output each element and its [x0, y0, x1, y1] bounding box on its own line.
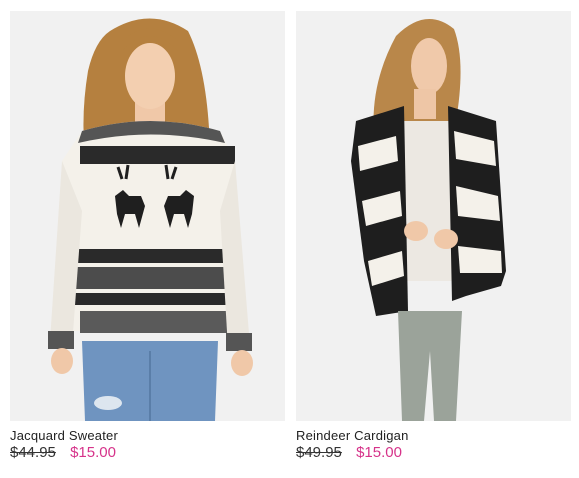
product-name[interactable]: Reindeer Cardigan: [296, 428, 571, 443]
cardigan-photo-icon: [296, 11, 571, 421]
price-row: $44.95 $15.00: [10, 444, 285, 461]
sweater-photo-icon: [10, 11, 285, 421]
product-image-jacquard-sweater[interactable]: [10, 11, 285, 421]
product-name[interactable]: Jacquard Sweater: [10, 428, 285, 443]
original-price: $49.95: [296, 444, 342, 461]
product-card: Reindeer Cardigan $49.95 $15.00: [296, 11, 571, 461]
product-card: Jacquard Sweater $44.95 $15.00: [10, 11, 285, 461]
original-price: $44.95: [10, 444, 56, 461]
sale-price: $15.00: [356, 444, 402, 461]
product-image-reindeer-cardigan[interactable]: [296, 11, 571, 421]
price-row: $49.95 $15.00: [296, 444, 571, 461]
sale-price: $15.00: [70, 444, 116, 461]
